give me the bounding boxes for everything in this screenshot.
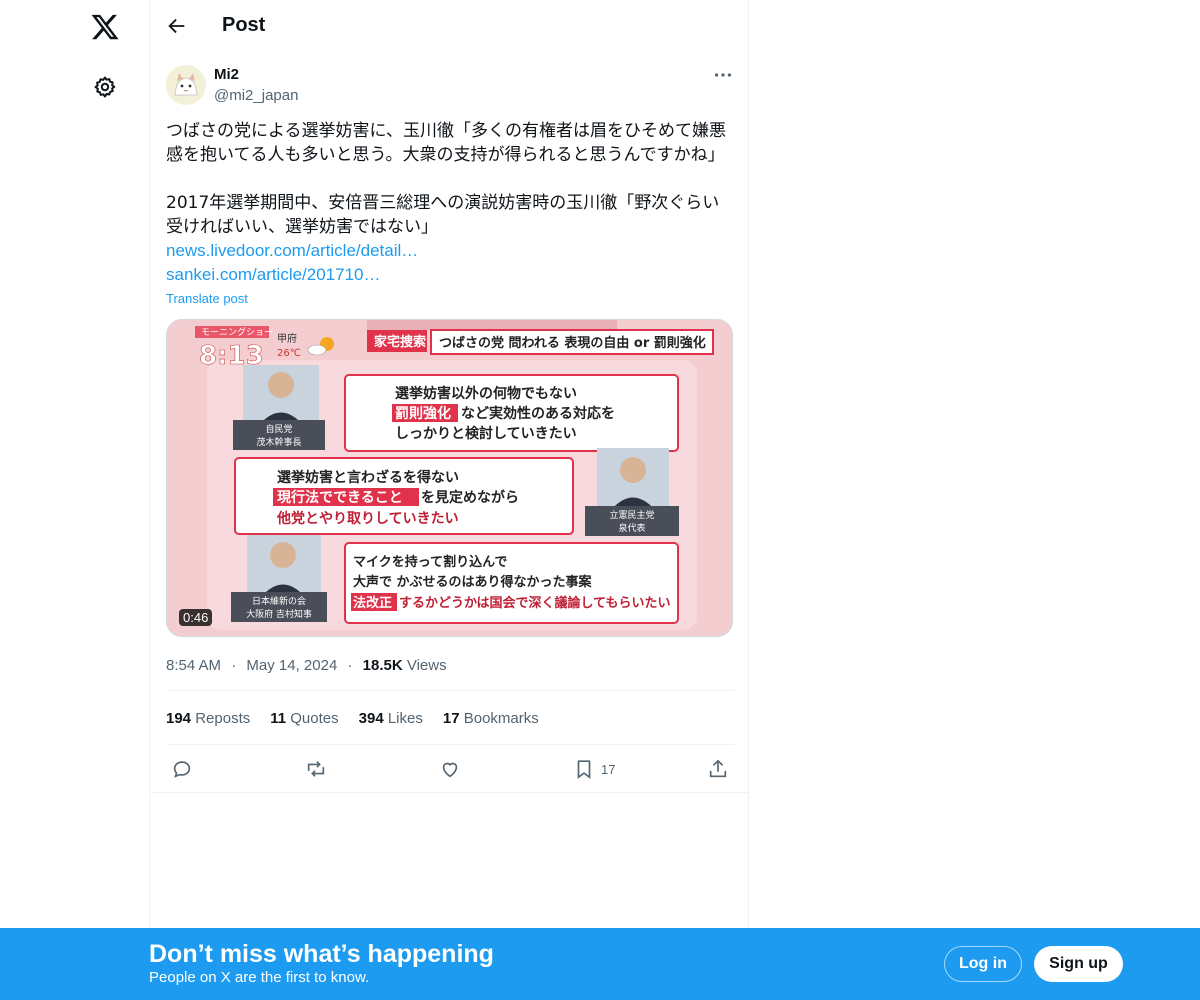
quote1-line3: しっかりと検討していきたい: [395, 425, 577, 442]
quote3-line2: 大声で かぶせるのはあり得なかった事案: [353, 574, 593, 590]
bookmark-icon: [577, 760, 591, 779]
heart-icon: [442, 762, 458, 778]
person3-name: 大阪府 吉村知事: [246, 608, 312, 620]
quote1-line2: など実効性のある対応を: [461, 405, 615, 422]
avatar-cat-icon: [166, 65, 206, 105]
meta-dot: ·: [231, 657, 237, 674]
x-logo-icon[interactable]: [90, 12, 120, 42]
likes-stat[interactable]: 394 Likes: [359, 710, 423, 727]
quote2-highlight: 現行法でできること: [277, 489, 403, 506]
share-button[interactable]: [707, 758, 729, 780]
translate-post-link[interactable]: Translate post: [166, 291, 248, 306]
quote1-line1: 選挙妨害以外の何物でもない: [395, 385, 577, 402]
settings-gear-icon[interactable]: [93, 75, 117, 99]
tweet-date[interactable]: May 14, 2024: [246, 657, 337, 674]
like-button[interactable]: [439, 758, 461, 780]
quotes-stat[interactable]: 11 Quotes: [270, 710, 338, 727]
back-arrow-icon[interactable]: [166, 15, 188, 37]
person2-party: 立憲民主党: [609, 509, 654, 521]
avatar[interactable]: [166, 65, 206, 105]
banner-subtitle: People on X are the first to know.: [149, 969, 370, 986]
meta-dot: ·: [347, 657, 353, 674]
headline-text: つばさの党 問われる 表現の自由 or 罰則強化: [439, 335, 706, 351]
engagement-stats: 194 Reposts 11 Quotes 394 Likes 17 Bookm…: [166, 710, 539, 727]
left-rail: [0, 0, 150, 1000]
login-button[interactable]: Log in: [944, 946, 1022, 982]
divider: [166, 690, 734, 691]
weather-temp: 26℃: [277, 348, 301, 359]
views-label: Views: [406, 657, 447, 674]
tweet-link-sankei[interactable]: sankei.com/article/201710…: [166, 263, 381, 287]
person1-party: 自民党: [265, 423, 292, 435]
reposts-stat[interactable]: 194 Reposts: [166, 710, 250, 727]
share-icon: [709, 759, 727, 778]
reply-button[interactable]: [171, 758, 193, 780]
author-handle[interactable]: @mi2_japan: [214, 87, 298, 104]
tweet-link-livedoor[interactable]: news.livedoor.com/article/detail…: [166, 239, 418, 263]
weather-place: 甲府: [277, 332, 297, 345]
divider: [166, 744, 734, 745]
quote1-highlight: 罰則強化: [395, 405, 451, 422]
quote3-line3: するかどうかは国会で深く議論してもらいたい: [399, 595, 670, 611]
quote2-line3: 他党とやり取りしていきたい: [276, 510, 459, 527]
author-display-name[interactable]: Mi2: [214, 66, 239, 83]
divider: [150, 792, 748, 793]
quote2-line2: を見定めながら: [421, 489, 519, 506]
headline-tag: 家宅捜索: [374, 334, 426, 350]
quote3-line1: マイクを持って割り込んで: [353, 554, 507, 570]
bookmark-button[interactable]: 17: [573, 758, 615, 780]
video-duration-badge: 0:46: [179, 609, 213, 626]
views-count: 18.5K: [362, 657, 403, 674]
repost-icon: [307, 761, 325, 777]
person1-name: 茂木幹事長: [256, 436, 301, 448]
quote3-highlight: 法改正: [353, 595, 392, 611]
show-brand: モーニングショー: [201, 326, 273, 338]
signup-button[interactable]: Sign up: [1034, 946, 1123, 982]
quote2-line1: 選挙妨害と言わざるを得ない: [277, 469, 459, 486]
page-title: Post: [222, 14, 266, 36]
main-column: Post Mi2 @mi2_japan つばさの党による選挙妨害に、玉川徹「多く…: [149, 0, 749, 1000]
person2-name: 泉代表: [618, 522, 645, 534]
banner-title: Don’t miss what’s happening: [149, 940, 494, 968]
more-options-icon[interactable]: [712, 64, 734, 86]
bookmark-count: 17: [601, 761, 616, 777]
person3-party: 日本維新の会: [252, 595, 306, 607]
tweet-time[interactable]: 8:54 AM: [166, 657, 221, 674]
tweet-meta: 8:54 AM · May 14, 2024 · 18.5K Views: [166, 657, 447, 674]
video-frame: モーニングショー 8:13 甲府 26℃ 家宅捜索 つばさの党 問われる 表現の…: [167, 320, 732, 636]
reply-icon: [173, 761, 191, 778]
tweet-video[interactable]: モーニングショー 8:13 甲府 26℃ 家宅捜索 つばさの党 問われる 表現の…: [166, 319, 733, 637]
tweet-text: つばさの党による選挙妨害に、玉川徹「多くの有権者は眉をひそめて嫌悪感を抱いてる人…: [166, 121, 726, 237]
repost-button[interactable]: [305, 758, 327, 780]
bookmarks-stat[interactable]: 17 Bookmarks: [443, 710, 539, 727]
header: Post: [150, 0, 748, 53]
